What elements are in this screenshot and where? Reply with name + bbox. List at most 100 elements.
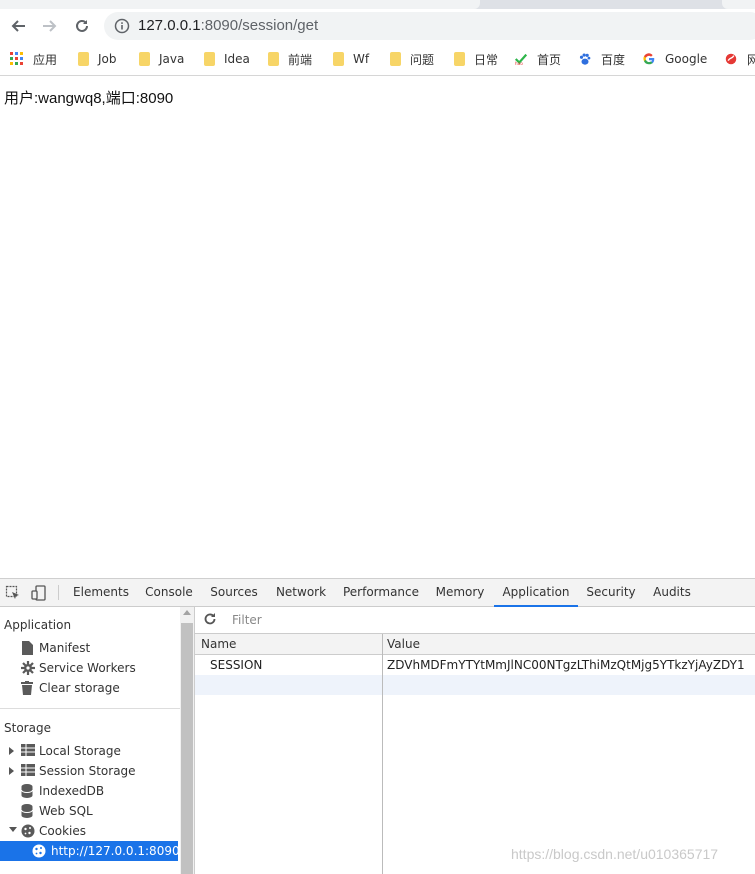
folder-icon	[139, 52, 150, 66]
watermark-text: https://blog.csdn.net/u010365717	[511, 846, 719, 862]
collapse-arrow-icon[interactable]	[9, 827, 17, 832]
bookmark-netease[interactable]: 网	[724, 50, 755, 68]
tab-security[interactable]: Security	[582, 579, 640, 606]
table-header: Name Value	[195, 634, 755, 655]
bookmark-java[interactable]: Java	[137, 50, 184, 68]
column-header-value[interactable]: Value	[387, 637, 420, 651]
tab-elements[interactable]: Elements	[68, 579, 134, 606]
storage-section-heading: Storage	[4, 721, 51, 735]
sidebar-item-label: Service Workers	[39, 661, 136, 675]
tab-sources[interactable]: Sources	[204, 579, 264, 606]
devtools-panel: Elements Console Sources Network Perform…	[0, 578, 755, 874]
url-text: 127.0.0.1:8090/session/get	[138, 17, 318, 34]
table-row-empty[interactable]	[195, 675, 755, 695]
column-divider[interactable]	[382, 634, 383, 874]
bookmark-questions[interactable]: 问题	[388, 50, 434, 68]
bookmark-home[interactable]: hao 首页	[514, 50, 561, 68]
hao123-icon: hao	[515, 53, 528, 66]
table-grid-icon	[21, 764, 35, 776]
cookie-value-cell: ZDVhMDFmYTYtMmJlNC00NTgzLThiMzQtMjg5YTkz…	[387, 658, 745, 672]
sidebar-item-session-storage[interactable]: Session Storage	[0, 761, 178, 781]
tab-performance[interactable]: Performance	[340, 579, 422, 606]
sidebar-item-manifest[interactable]: Manifest	[0, 638, 178, 658]
back-button[interactable]	[5, 13, 31, 39]
tab-application[interactable]: Application	[494, 579, 578, 607]
tab-network[interactable]: Network	[270, 579, 332, 606]
sidebar-item-local-storage[interactable]: Local Storage	[0, 741, 178, 761]
filter-input[interactable]	[228, 610, 755, 630]
filter-toolbar	[195, 607, 755, 634]
cookie-icon	[21, 824, 35, 838]
info-icon[interactable]	[114, 18, 130, 34]
forward-arrow-icon	[43, 20, 57, 32]
sidebar-item-indexeddb[interactable]: IndexedDB	[0, 781, 178, 801]
bookmark-label: 首页	[537, 52, 562, 67]
folder-icon	[454, 52, 465, 66]
sidebar-item-label: Local Storage	[39, 744, 121, 758]
sidebar-item-clear-storage[interactable]: Clear storage	[0, 678, 178, 698]
sidebar-item-label: Clear storage	[39, 681, 120, 695]
reload-icon	[76, 19, 88, 32]
browser-tab[interactable]	[722, 0, 755, 9]
trash-icon	[21, 681, 33, 695]
sidebar-divider	[0, 708, 180, 709]
bookmark-frontend[interactable]: 前端	[266, 50, 312, 68]
sidebar-item-cookie-origin[interactable]: http://127.0.0.1:8090	[0, 841, 180, 861]
sidebar-item-service-workers[interactable]: Service Workers	[0, 658, 178, 678]
bookmark-apps[interactable]: 应用	[10, 50, 57, 68]
inspect-element-icon[interactable]	[5, 585, 21, 601]
bookmark-job[interactable]: Job	[76, 50, 117, 68]
folder-icon	[268, 52, 279, 66]
bookmark-label: 问题	[410, 52, 435, 67]
bookmark-daily[interactable]: 日常	[452, 50, 498, 68]
expand-arrow-icon[interactable]	[9, 747, 14, 755]
sidebar-item-label: IndexedDB	[39, 784, 105, 798]
sidebar-item-label: Session Storage	[39, 764, 136, 778]
baidu-paw-icon	[579, 53, 591, 65]
bookmark-idea[interactable]: Idea	[202, 50, 250, 68]
table-grid-icon	[21, 744, 35, 756]
table-row[interactable]: SESSION ZDVhMDFmYTYtMmJlNC00NTgzLThiMzQt…	[195, 655, 755, 675]
refresh-icon[interactable]	[203, 612, 217, 626]
reload-button[interactable]	[69, 13, 95, 39]
database-icon	[21, 804, 33, 818]
expand-arrow-icon[interactable]	[9, 767, 14, 775]
tab-bar-divider	[58, 585, 59, 600]
column-header-name[interactable]: Name	[201, 637, 236, 651]
tab-console[interactable]: Console	[138, 579, 200, 606]
bookmark-wf[interactable]: Wf	[331, 50, 369, 68]
url-host: 127.0.0.1	[138, 17, 201, 34]
active-tab[interactable]	[0, 0, 480, 9]
cookies-view: Name Value SESSION ZDVhMDFmYTYtMmJlNC00N…	[195, 607, 755, 874]
sidebar-item-cookies[interactable]: Cookies	[0, 821, 178, 841]
bookmark-google[interactable]: Google	[642, 50, 707, 68]
folder-icon	[78, 52, 89, 66]
application-sidebar: Application Manifest Service Workers Cle…	[0, 607, 180, 874]
bookmark-baidu[interactable]: 百度	[578, 50, 625, 68]
application-section-heading: Application	[4, 618, 72, 632]
tab-memory[interactable]: Memory	[428, 579, 492, 606]
bookmark-label: 百度	[601, 52, 626, 67]
bookmark-label: 日常	[474, 52, 499, 67]
scrollbar-thumb[interactable]	[181, 623, 193, 874]
forward-button[interactable]	[37, 13, 63, 39]
cookie-icon	[32, 844, 46, 858]
gear-icon	[21, 661, 35, 675]
address-bar[interactable]: 127.0.0.1:8090/session/get	[104, 12, 755, 40]
tab-audits[interactable]: Audits	[648, 579, 696, 606]
folder-icon	[204, 52, 215, 66]
device-toolbar-icon[interactable]	[31, 585, 47, 601]
svg-text:hao: hao	[515, 61, 523, 66]
bookmark-label: Wf	[353, 52, 370, 66]
bookmark-label: Java	[159, 52, 185, 66]
cookie-name-cell: SESSION	[210, 658, 263, 672]
scroll-up-arrow-icon[interactable]	[183, 610, 191, 615]
sidebar-item-web-sql[interactable]: Web SQL	[0, 801, 178, 821]
bookmark-label: Job	[98, 52, 117, 66]
netease-icon	[725, 53, 737, 65]
sidebar-item-label: Manifest	[39, 641, 91, 655]
bookmarks-bar: 应用 Job Java Idea 前端 Wf 问题 日常 hao 首页 百度 G…	[0, 43, 755, 76]
sidebar-scrollbar[interactable]	[180, 607, 195, 874]
google-g-icon	[643, 53, 655, 65]
bookmark-label: Google	[665, 52, 708, 66]
